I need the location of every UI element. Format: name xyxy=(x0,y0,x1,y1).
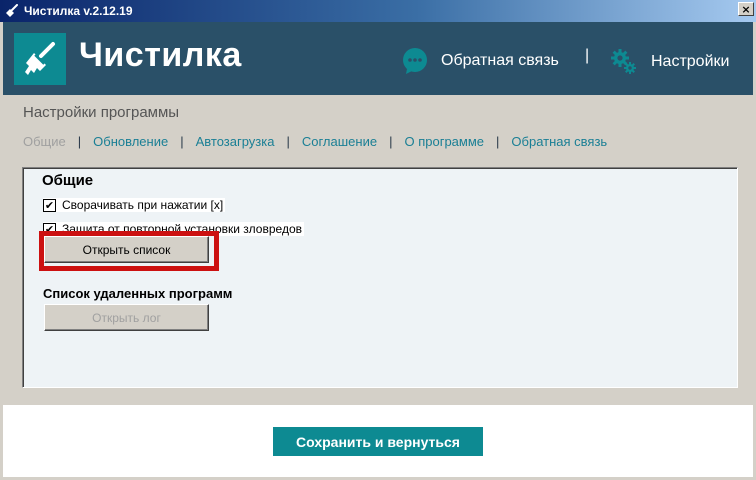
broom-icon xyxy=(4,3,20,19)
minimize-checkbox[interactable]: ✔ xyxy=(43,198,56,212)
page-title: Настройки программы xyxy=(23,104,180,121)
tab-separator: | xyxy=(389,134,393,149)
feedback-label: Обратная связь xyxy=(441,52,559,69)
panel-title: Общие xyxy=(42,172,94,189)
settings-link[interactable]: Настройки xyxy=(609,47,729,77)
window-title: Чистилка v.2.12.19 xyxy=(24,4,133,18)
tab-separator: | xyxy=(180,134,184,149)
footer-area: Сохранить и вернуться xyxy=(3,405,753,477)
tab-separator: | xyxy=(496,134,500,149)
settings-content: Настройки программы Общие | Обновление |… xyxy=(3,95,753,405)
open-log-button[interactable]: Открыть лог xyxy=(44,304,209,331)
tab-autostart[interactable]: Автозагрузка xyxy=(196,134,275,149)
general-settings-panel: Общие ✔ Сворачивать при нажатии [x] ✔ За… xyxy=(22,167,738,388)
close-icon: × xyxy=(741,2,751,16)
tab-separator: | xyxy=(77,134,82,149)
settings-label: Настройки xyxy=(651,53,730,70)
chat-bubble-icon xyxy=(403,48,427,74)
settings-tabs: Общие | Обновление | Автозагрузка | Согл… xyxy=(23,134,607,149)
tab-feedback[interactable]: Обратная связь xyxy=(511,134,607,149)
tab-about[interactable]: О программе xyxy=(404,134,484,149)
open-list-button[interactable]: Открыть список xyxy=(44,236,209,263)
app-header: Чистилка Обратная связь | Настройки xyxy=(3,22,753,95)
app-name: Чистилка xyxy=(79,36,242,74)
app-logo xyxy=(14,33,66,85)
tab-update[interactable]: Обновление xyxy=(93,134,168,149)
minimize-checkbox-label: Сворачивать при нажатии [x] xyxy=(62,198,224,212)
close-button[interactable]: × xyxy=(738,2,754,16)
feedback-link[interactable]: Обратная связь xyxy=(401,47,559,75)
removed-programs-label: Список удаленных программ xyxy=(43,286,233,301)
tab-separator: | xyxy=(286,134,290,149)
header-separator: | xyxy=(585,47,590,64)
window-titlebar[interactable]: Чистилка v.2.12.19 × xyxy=(0,0,756,22)
tab-general[interactable]: Общие xyxy=(23,134,66,149)
minimize-checkbox-row[interactable]: ✔ Сворачивать при нажатии [x] xyxy=(43,198,226,212)
broom-icon xyxy=(25,42,55,75)
tab-agreement[interactable]: Соглашение xyxy=(302,134,377,149)
save-and-return-button[interactable]: Сохранить и вернуться xyxy=(273,427,483,456)
gears-icon xyxy=(611,49,636,74)
